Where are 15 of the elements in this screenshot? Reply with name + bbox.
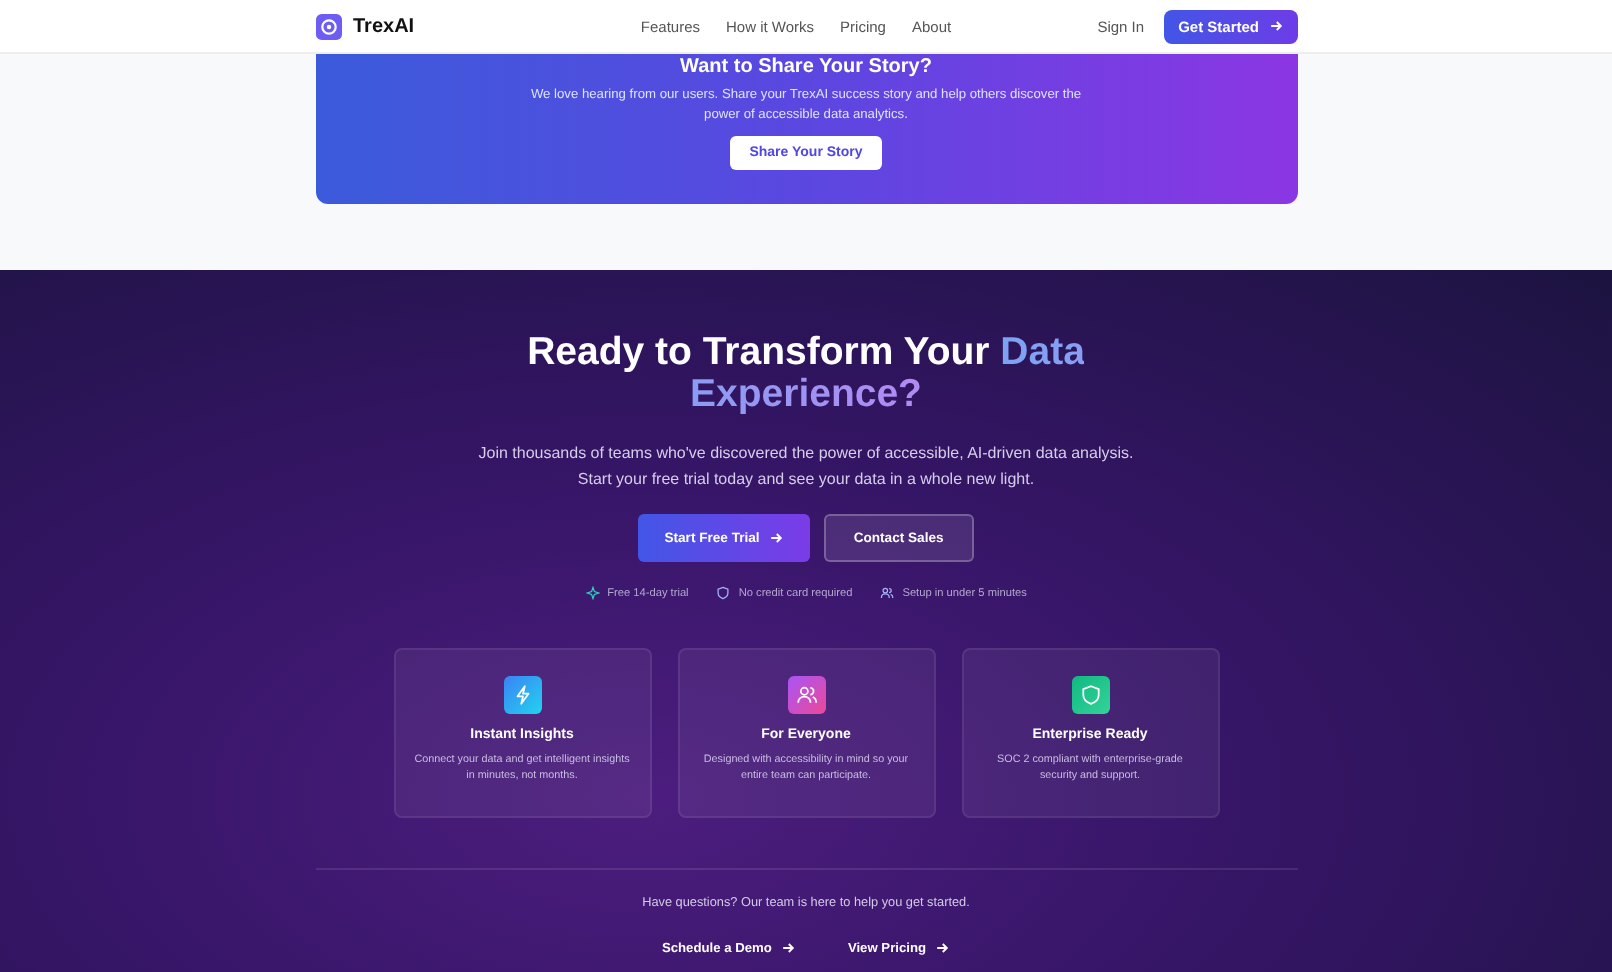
sparkle-icon xyxy=(585,586,600,600)
brand-name: TrexAI xyxy=(353,15,415,37)
shield-icon xyxy=(1071,676,1109,714)
arrow-icon xyxy=(1267,18,1283,34)
arrow-icon xyxy=(767,530,784,546)
arrow-icon xyxy=(779,940,796,956)
cta-heading: Ready to Transform Your Data Experience? xyxy=(525,332,1087,416)
logo-icon xyxy=(315,13,341,39)
users-icon xyxy=(880,586,895,600)
users-icon xyxy=(787,676,825,714)
arrow-icon xyxy=(934,940,951,956)
bolt-icon xyxy=(503,676,541,714)
cta-text: Join thousands of teams who've discovered the power of accessible, AI-driven data analysis. Start your free trial today and see your data in a whole new light. xyxy=(476,442,1136,492)
shield-icon xyxy=(716,586,731,600)
story-title: Want to Share Your Story? xyxy=(678,56,934,78)
